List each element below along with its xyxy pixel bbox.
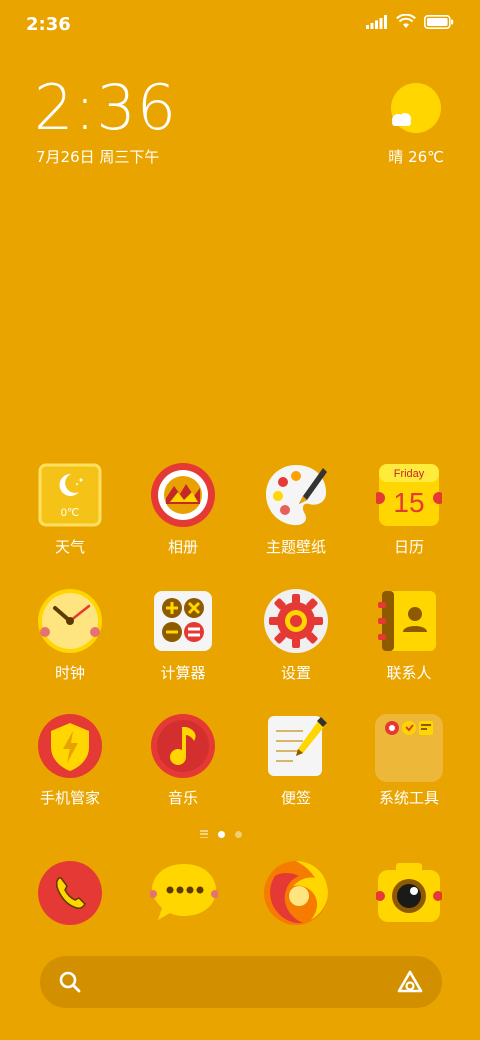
chat-bubble-icon: [149, 864, 219, 920]
search-icon: [59, 971, 81, 993]
app-label: 主题壁纸: [265, 538, 326, 556]
status-icons: [366, 14, 454, 29]
clock-icon: [37, 588, 103, 654]
weather-app-temp: 0℃: [61, 507, 79, 519]
music-note-icon: [150, 713, 216, 779]
app-themes[interactable]: 主题壁纸: [246, 462, 346, 557]
dock-camera[interactable]: [375, 860, 443, 926]
app-label: 日历: [393, 538, 424, 556]
page-list-icon: [200, 830, 208, 838]
dock-messages[interactable]: [149, 860, 219, 926]
palette-icon: [263, 462, 329, 528]
signal-icon: [366, 14, 387, 29]
calculator-icon: [150, 588, 216, 654]
app-label: 计算器: [160, 664, 206, 682]
clock-widget-date: 7月26日 周三下午: [36, 148, 160, 166]
dock-browser[interactable]: [263, 860, 329, 926]
weather-widget[interactable]: [384, 82, 444, 142]
gallery-icon: [150, 462, 216, 528]
app-calculator[interactable]: 计算器: [133, 588, 233, 683]
dock-phone[interactable]: [37, 860, 103, 926]
app-notes[interactable]: 便签: [246, 713, 346, 808]
app-label: 天气: [54, 538, 85, 556]
app-clock[interactable]: 时钟: [20, 588, 120, 683]
clock-widget-time[interactable]: 2:36: [34, 72, 177, 144]
contacts-icon: [376, 588, 442, 654]
app-label: 手机管家: [39, 789, 100, 807]
browser-icon: [264, 861, 328, 925]
wifi-icon: [396, 14, 416, 28]
shield-icon: [37, 713, 103, 779]
app-weather[interactable]: 0℃ 天气: [20, 462, 120, 557]
app-folder-tools[interactable]: 系统工具: [359, 713, 459, 808]
weather-text: 晴 26℃: [388, 148, 444, 166]
page-indicator[interactable]: [200, 830, 242, 838]
weather-app-icon: 0℃: [37, 462, 103, 528]
notepad-icon: [263, 713, 329, 779]
phone-icon: [38, 861, 102, 925]
folder-icon: [375, 713, 443, 782]
app-calendar[interactable]: Friday 15 日历: [359, 462, 459, 557]
app-label: 时钟: [54, 664, 85, 682]
app-contacts[interactable]: 联系人: [359, 588, 459, 683]
calendar-day-number: 15: [393, 487, 424, 518]
sunny-cloud-icon: [391, 83, 441, 133]
camera-icon: [375, 863, 443, 922]
app-label: 联系人: [386, 664, 432, 682]
calendar-day-name: Friday: [394, 468, 425, 480]
app-gallery[interactable]: 相册: [133, 462, 233, 557]
app-label: 设置: [280, 664, 311, 682]
app-label: 系统工具: [378, 789, 439, 807]
assistant-icon[interactable]: [396, 969, 424, 995]
search-input[interactable]: [96, 968, 380, 998]
calendar-icon: Friday 15: [373, 462, 445, 528]
search-bar[interactable]: [40, 956, 442, 1008]
status-bar: 2:36: [0, 0, 480, 50]
app-label: 相册: [167, 538, 198, 556]
status-time: 2:36: [26, 14, 71, 35]
app-security[interactable]: 手机管家: [20, 713, 120, 808]
app-settings[interactable]: 设置: [246, 588, 346, 683]
app-label: 音乐: [167, 789, 198, 807]
page-dot-active: [218, 830, 225, 838]
gear-icon: [263, 588, 329, 654]
battery-icon: [424, 14, 454, 29]
page-dot: [235, 830, 242, 838]
app-music[interactable]: 音乐: [133, 713, 233, 808]
app-label: 便签: [280, 789, 311, 807]
